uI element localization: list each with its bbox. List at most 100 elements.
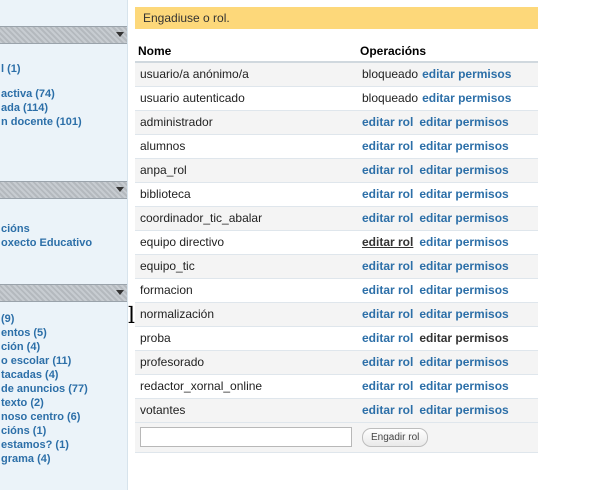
sidebar-link[interactable]: noso centro (6) <box>0 410 127 424</box>
sidebar-block-header[interactable] <box>0 181 127 199</box>
edit-permissions-link[interactable]: editar permisos <box>419 355 508 369</box>
edit-permissions-link[interactable]: editar permisos <box>419 379 508 393</box>
role-operations: bloqueado editar permisos <box>357 86 538 111</box>
role-name: normalización <box>135 302 357 327</box>
table-row: administrador editar rol editar permisos <box>135 110 538 135</box>
add-role-button-cell: Engadir rol <box>357 422 538 453</box>
table-row: profesorado editar rol editar permisos <box>135 350 538 375</box>
edit-permissions-link[interactable]: editar permisos <box>419 115 508 129</box>
role-name: proba <box>135 326 357 351</box>
sidebar-link[interactable]: oxecto Educativo <box>0 236 127 250</box>
sidebar-link[interactable]: o escolar (11) <box>0 354 127 368</box>
role-name: anpa_rol <box>135 158 357 183</box>
table-row: votantes editar rol editar permisos <box>135 398 538 423</box>
edit-role-link[interactable]: editar rol <box>362 115 413 129</box>
role-operations: editar rol editar permisos <box>357 398 538 423</box>
add-role-input-cell <box>135 422 357 453</box>
role-name: usuario/a anónimo/a <box>135 62 357 87</box>
sidebar-link[interactable]: cións (1) <box>0 424 127 438</box>
chevron-down-icon[interactable] <box>116 32 124 37</box>
role-operations: editar rol editar permisos <box>357 302 538 327</box>
edit-role-link[interactable]: editar rol <box>362 355 413 369</box>
sidebar-link[interactable]: (9) <box>0 312 127 326</box>
sidebar-link[interactable]: cións <box>0 222 127 236</box>
sidebar-link[interactable]: estamos? (1) <box>0 438 127 452</box>
sidebar-link[interactable]: ada (114) <box>0 101 127 115</box>
role-operations: editar rol editar permisos <box>357 254 538 279</box>
edit-permissions-link[interactable]: editar permisos <box>419 307 508 321</box>
sidebar-link[interactable]: de anuncios (77) <box>0 382 127 396</box>
edit-role-link[interactable]: editar rol <box>362 235 413 249</box>
status-message: Engadiuse o rol. <box>135 7 538 29</box>
sidebar-link[interactable]: l (1) <box>0 62 127 76</box>
sidebar-link[interactable]: ción (4) <box>0 340 127 354</box>
stray-glyph: l <box>128 304 136 329</box>
edit-role-link[interactable]: editar rol <box>362 163 413 177</box>
role-name: coordinador_tic_abalar <box>135 206 357 231</box>
column-header-operations: Operacións <box>357 42 538 63</box>
edit-role-link[interactable]: editar rol <box>362 139 413 153</box>
role-name: redactor_xornal_online <box>135 374 357 399</box>
table-row: equipo directivo editar rol editar permiso… <box>135 230 538 255</box>
new-role-name-input[interactable] <box>140 427 352 447</box>
role-name: equipo_tic <box>135 254 357 279</box>
role-operations: editar rol editar permisos <box>357 206 538 231</box>
roles-table: Nome Operacións usuario/a anónimo/a bloqu… <box>135 42 538 453</box>
edit-permissions-link[interactable]: editar permisos <box>419 187 508 201</box>
table-row: anpa_rol editar rol editar permisos <box>135 158 538 183</box>
edit-permissions-link[interactable]: editar permisos <box>419 331 508 345</box>
role-operations: editar rol editar permisos <box>357 326 538 351</box>
table-row: usuario/a anónimo/a bloqueado editar permi… <box>135 62 538 87</box>
edit-permissions-link[interactable]: editar permisos <box>419 211 508 225</box>
role-operations: editar rol editar permisos <box>357 374 538 399</box>
role-name: votantes <box>135 398 357 423</box>
sidebar-block-header[interactable] <box>0 284 127 302</box>
sidebar: l (1) activa (74) ada (114) n docente (1… <box>0 0 128 490</box>
chevron-down-icon[interactable] <box>116 290 124 295</box>
edit-permissions-link[interactable]: editar permisos <box>422 91 511 105</box>
sidebar-link[interactable]: n docente (101) <box>0 115 127 129</box>
sidebar-block-3: (9) entos (5) ción (4) o escolar (11) ta… <box>0 284 127 466</box>
role-name: formacion <box>135 278 357 303</box>
table-row: coordinador_tic_abalar editar rol editar p… <box>135 206 538 231</box>
add-role-row: Engadir rol <box>135 422 538 453</box>
edit-role-link[interactable]: editar rol <box>362 211 413 225</box>
edit-permissions-link[interactable]: editar permisos <box>419 139 508 153</box>
edit-role-link[interactable]: editar rol <box>362 259 413 273</box>
role-name: usuario autenticado <box>135 86 357 111</box>
sidebar-link[interactable]: activa (74) <box>0 87 127 101</box>
edit-role-link[interactable]: editar rol <box>362 307 413 321</box>
role-operations: editar rol editar permisos <box>357 230 538 255</box>
table-row: biblioteca editar rol editar permisos <box>135 182 538 207</box>
role-operations: editar rol editar permisos <box>357 182 538 207</box>
sidebar-link[interactable]: tacadas (4) <box>0 368 127 382</box>
sidebar-link[interactable]: texto (2) <box>0 396 127 410</box>
role-name: biblioteca <box>135 182 357 207</box>
table-row: redactor_xornal_online editar rol editar p… <box>135 374 538 399</box>
edit-permissions-link[interactable]: editar permisos <box>419 163 508 177</box>
role-name: administrador <box>135 110 357 135</box>
sidebar-link[interactable]: grama (4) <box>0 452 127 466</box>
role-operations: editar rol editar permisos <box>357 350 538 375</box>
edit-role-link[interactable]: editar rol <box>362 283 413 297</box>
edit-permissions-link[interactable]: editar permisos <box>419 403 508 417</box>
sidebar-block-header[interactable] <box>0 26 127 44</box>
edit-role-link[interactable]: editar rol <box>362 187 413 201</box>
role-name: equipo directivo <box>135 230 357 255</box>
edit-permissions-link[interactable]: editar permisos <box>419 235 508 249</box>
edit-role-link[interactable]: editar rol <box>362 331 413 345</box>
table-row: proba editar rol editar permisos <box>135 326 538 351</box>
table-row: normalización editar rol editar permisos <box>135 302 538 327</box>
chevron-down-icon[interactable] <box>116 187 124 192</box>
edit-permissions-link[interactable]: editar permisos <box>419 283 508 297</box>
edit-permissions-link[interactable]: editar permisos <box>419 259 508 273</box>
add-role-button[interactable]: Engadir rol <box>362 427 429 447</box>
table-row: equipo_tic editar rol editar permisos <box>135 254 538 279</box>
edit-role-link[interactable]: editar rol <box>362 379 413 393</box>
sidebar-block-2: cións oxecto Educativo <box>0 181 127 250</box>
edit-role-link[interactable]: editar rol <box>362 403 413 417</box>
table-row: alumnos editar rol editar permisos <box>135 134 538 159</box>
edit-permissions-link[interactable]: editar permisos <box>422 67 511 81</box>
sidebar-link[interactable]: entos (5) <box>0 326 127 340</box>
locked-status: bloqueado <box>362 91 419 105</box>
